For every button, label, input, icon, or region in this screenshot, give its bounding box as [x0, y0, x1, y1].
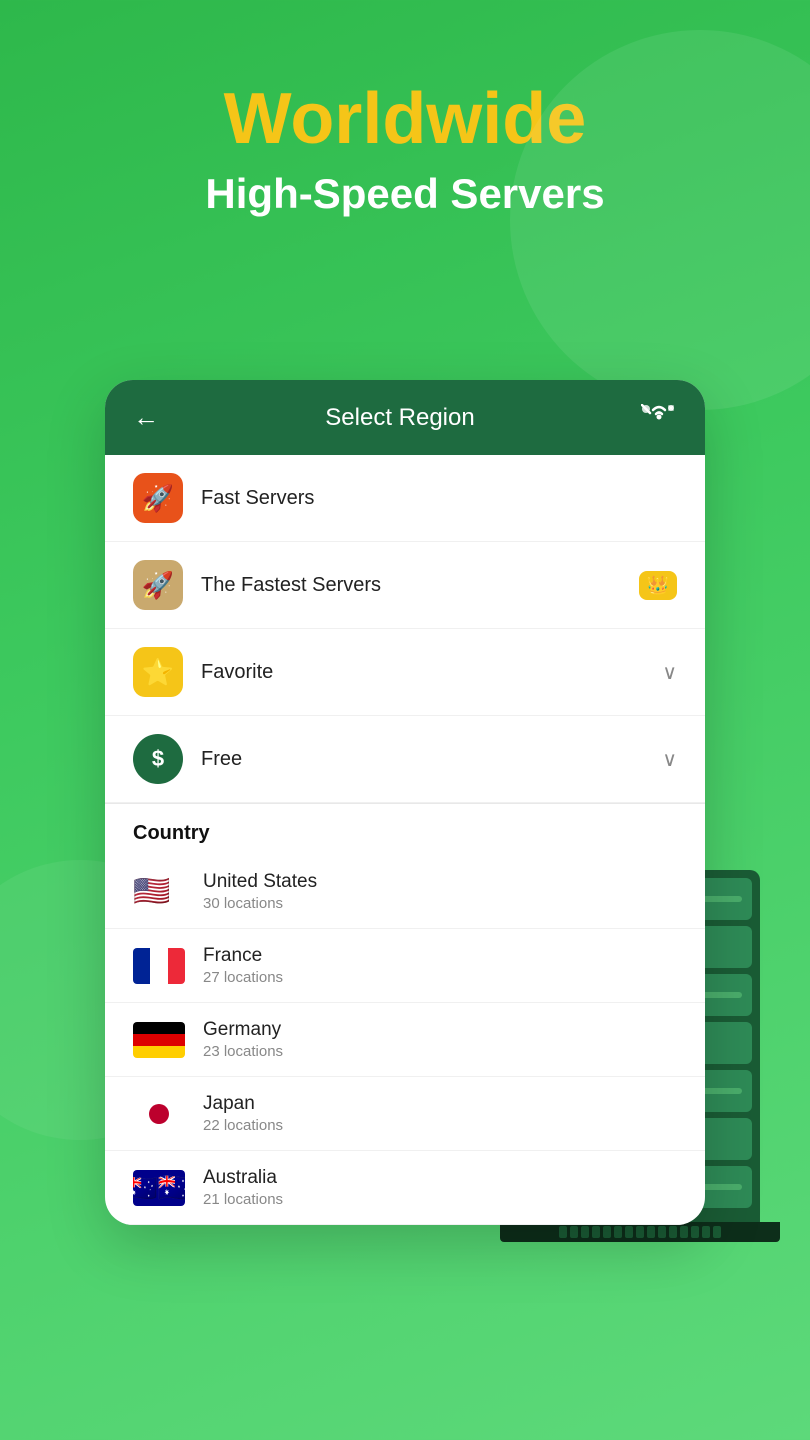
flag-au: 🇦🇺 — [133, 1170, 185, 1206]
wifi-icon — [641, 404, 677, 432]
card-header-title: Select Region — [325, 404, 474, 432]
country-item-fr[interactable]: France 27 locations — [105, 929, 705, 1003]
country-locations-au: 21 locations — [203, 1191, 677, 1208]
country-locations-de: 23 locations — [203, 1043, 677, 1060]
flag-jp — [133, 1096, 185, 1132]
rack-base — [500, 1222, 780, 1242]
crown-badge: 👑 — [639, 571, 677, 600]
flag-us: 🇺🇸 — [133, 874, 185, 910]
favorite-label: Favorite — [201, 661, 662, 684]
flag-de — [133, 1022, 185, 1058]
fastest-servers-icon: 🚀 — [133, 560, 183, 610]
country-name-au: Australia — [203, 1167, 677, 1189]
country-name-de: Germany — [203, 1019, 677, 1041]
fastest-servers-label: The Fastest Servers — [201, 574, 639, 597]
country-info-de: Germany 23 locations — [203, 1019, 677, 1060]
menu-item-fast-servers[interactable]: 🚀 Fast Servers — [105, 455, 705, 542]
country-locations-us: 30 locations — [203, 895, 677, 912]
free-label: Free — [201, 748, 662, 771]
back-button[interactable]: ← — [133, 402, 159, 433]
country-info-au: Australia 21 locations — [203, 1167, 677, 1208]
country-heading: Country — [105, 804, 705, 855]
flag-fr — [133, 948, 185, 984]
menu-item-favorite[interactable]: ⭐ Favorite ∨ — [105, 629, 705, 716]
free-icon: $ — [133, 734, 183, 784]
chevron-down-icon-free: ∨ — [662, 747, 677, 772]
chevron-down-icon: ∨ — [662, 660, 677, 685]
country-name-us: United States — [203, 871, 677, 893]
country-section: Country 🇺🇸 United States 30 locations Fr… — [105, 804, 705, 1225]
main-card: ← Select Region 🚀 Fast Servers 🚀 The Fas… — [105, 380, 705, 1225]
country-name-fr: France — [203, 945, 677, 967]
favorite-icon: ⭐ — [133, 647, 183, 697]
rack-base-lines — [559, 1226, 721, 1238]
country-locations-jp: 22 locations — [203, 1117, 677, 1134]
menu-item-free[interactable]: $ Free ∨ — [105, 716, 705, 803]
menu-item-fastest-servers[interactable]: 🚀 The Fastest Servers 👑 — [105, 542, 705, 629]
country-info-fr: France 27 locations — [203, 945, 677, 986]
country-item-au[interactable]: 🇦🇺 Australia 21 locations — [105, 1151, 705, 1225]
fast-servers-label: Fast Servers — [201, 487, 677, 510]
country-item-us[interactable]: 🇺🇸 United States 30 locations — [105, 855, 705, 929]
country-info-jp: Japan 22 locations — [203, 1093, 677, 1134]
card-header: ← Select Region — [105, 380, 705, 455]
country-locations-fr: 27 locations — [203, 969, 677, 986]
country-item-jp[interactable]: Japan 22 locations — [105, 1077, 705, 1151]
country-info-us: United States 30 locations — [203, 871, 677, 912]
fast-servers-icon: 🚀 — [133, 473, 183, 523]
country-item-de[interactable]: Germany 23 locations — [105, 1003, 705, 1077]
country-name-jp: Japan — [203, 1093, 677, 1115]
